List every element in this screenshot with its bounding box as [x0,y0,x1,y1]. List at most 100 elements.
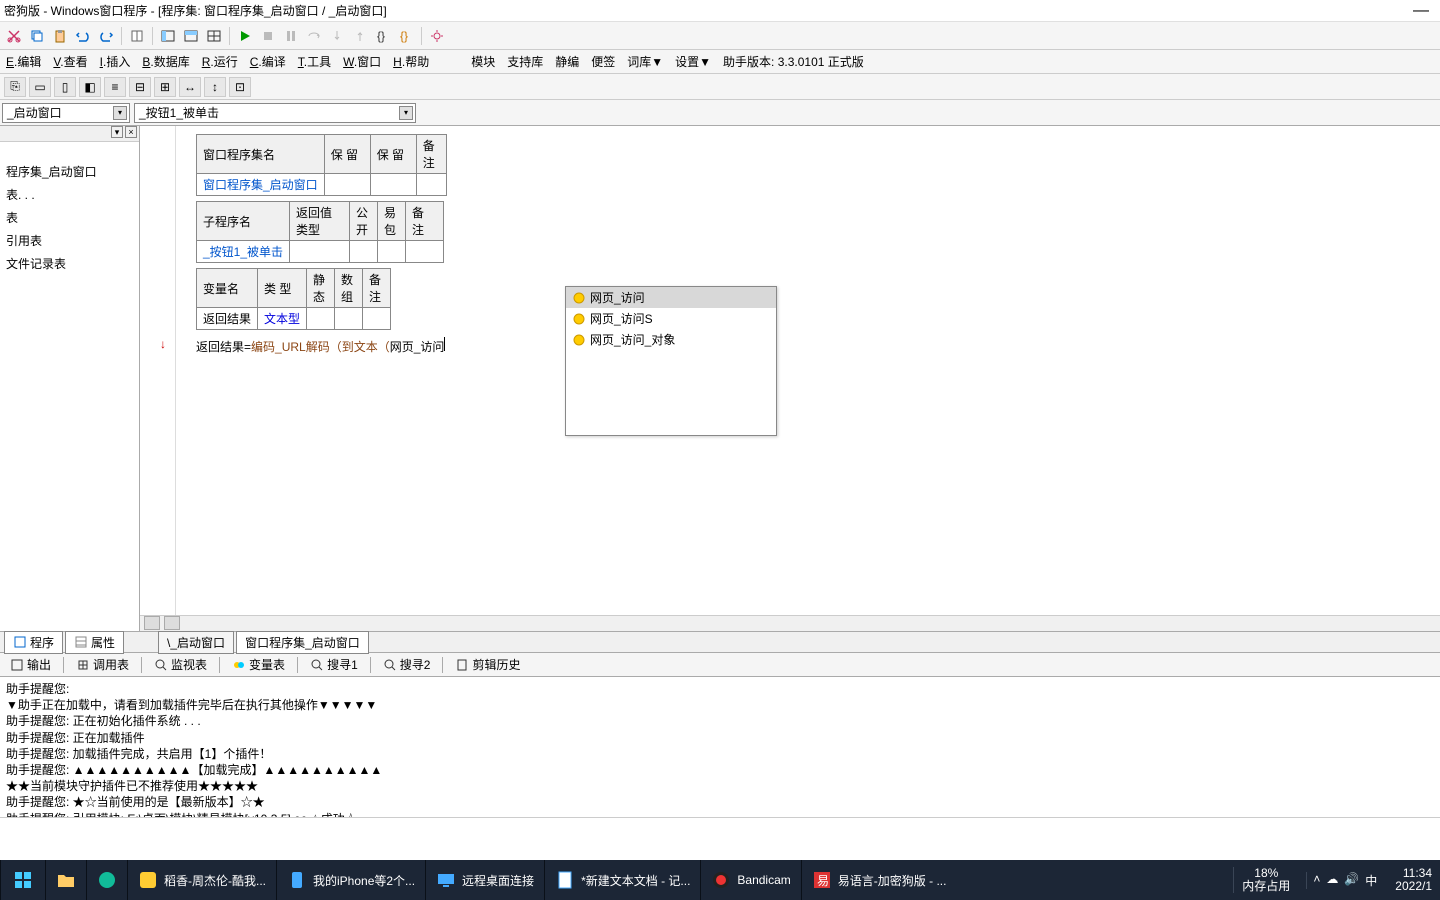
run-icon[interactable] [235,26,255,46]
sidebar-close-icon[interactable]: × [125,126,137,138]
td[interactable]: 返回结果 [197,308,258,330]
status-bar [0,817,1440,841]
editor-tab-active[interactable]: 窗口程序集_启动窗口 [236,631,369,654]
cloud-icon[interactable]: ☁ [1326,872,1338,889]
tab-program[interactable]: 程序 [4,631,63,654]
menu-support[interactable]: 支持库 [507,53,543,70]
code-line[interactable]: ↓ 返回结果=编码_URL解码（到文本（网页_访问 [196,335,1428,357]
tab-search2[interactable]: 搜寻2 [377,654,437,675]
layout3-icon[interactable] [204,26,224,46]
tool-icon[interactable]: ▭ [29,77,51,97]
book-icon[interactable] [127,26,147,46]
tool-icon[interactable]: ↔ [179,77,201,97]
step-into-icon[interactable] [327,26,347,46]
tool-icon[interactable]: ↕ [204,77,226,97]
menu-settings[interactable]: 设置▼ [675,53,711,70]
autocomplete-item[interactable]: 网页_访问S [566,308,776,329]
clock[interactable]: 11:34 2022/1 [1391,867,1436,893]
tab-search1[interactable]: 搜寻1 [304,654,364,675]
tab-properties[interactable]: 属性 [65,631,124,654]
code-editor: 窗口程序集名保 留保 留备 注 窗口程序集_启动窗口 子程序名返回值类型公开易包… [140,126,1440,631]
tab-clip-history[interactable]: 剪辑历史 [449,654,526,675]
menu-compile[interactable]: C.编译 [250,53,286,70]
td[interactable]: 窗口程序集_启动窗口 [197,174,325,196]
menu-wordlib[interactable]: 词库▼ [627,53,663,70]
step-out-icon[interactable] [350,26,370,46]
output-line: 助手提醒您: ▲▲▲▲▲▲▲▲▲▲【加载完成】▲▲▲▲▲▲▲▲▲▲ [6,762,1434,778]
task-explorer[interactable] [45,860,86,900]
minimize-button[interactable]: — [1406,2,1436,20]
tree-item[interactable]: 引用表 [2,229,137,252]
autocomplete-item[interactable]: 网页_访问_对象 [566,329,776,350]
brackets-icon[interactable]: {} [373,26,393,46]
tab-watch[interactable]: 监视表 [148,654,213,675]
menu-database[interactable]: B.数据库 [142,53,189,70]
layout1-icon[interactable] [158,26,178,46]
task-bandicam[interactable]: Bandicam [700,860,800,900]
undo-icon[interactable] [73,26,93,46]
editor-tab[interactable]: \_启动窗口 [158,631,234,654]
td[interactable]: _按钮1_被单击 [197,241,290,263]
layout2-icon[interactable] [181,26,201,46]
menu-insert[interactable]: I.插入 [100,53,131,70]
menu-view[interactable]: V.查看 [53,53,87,70]
settings-icon[interactable] [427,26,447,46]
tab-calls[interactable]: 调用表 [70,654,135,675]
record-icon [711,870,731,890]
scroll-right-icon[interactable] [164,616,180,630]
scroll-left-icon[interactable] [144,616,160,630]
menu-module[interactable]: 模块 [471,53,495,70]
tree-item[interactable]: 文件记录表 [2,252,137,275]
paste-icon[interactable] [50,26,70,46]
td[interactable]: 文本型 [258,308,307,330]
task-eyuyan[interactable]: 易易语言-加密狗版 - ... [801,860,957,900]
task-notepad[interactable]: *新建文本文档 - 记... [544,860,700,900]
task-edge[interactable] [86,860,127,900]
combo-subroutine[interactable]: _按钮1_被单击 ▾ [134,103,416,123]
menu-tools[interactable]: T.工具 [298,53,331,70]
tree-item[interactable]: 表 [2,206,137,229]
pause-icon[interactable] [281,26,301,46]
chevron-down-icon[interactable]: ▾ [399,106,413,120]
cut-icon[interactable] [4,26,24,46]
chevron-down-icon[interactable]: ▾ [113,106,127,120]
tool-icon[interactable]: ⊞ [154,77,176,97]
task-rdp[interactable]: 远程桌面连接 [425,860,544,900]
horizontal-scrollbar[interactable] [140,615,1440,631]
tool-icon[interactable]: ▯ [54,77,76,97]
tray-up-icon[interactable]: ˄ [1313,872,1320,889]
step-over-icon[interactable] [304,26,324,46]
editor-canvas[interactable]: 窗口程序集名保 留保 留备 注 窗口程序集_启动窗口 子程序名返回值类型公开易包… [140,126,1440,615]
tool-icon[interactable]: ≡ [104,77,126,97]
stop-icon[interactable] [258,26,278,46]
tool-icon[interactable]: ⎘ [4,77,26,97]
braces-icon[interactable]: {} [396,26,416,46]
tab-output[interactable]: 输出 [4,654,57,675]
output-panel[interactable]: 助手提醒您: ▼助手正在加载中，请看到加载插件完毕后在执行其他操作▼▼▼▼▼ 助… [0,677,1440,817]
copy-icon[interactable] [27,26,47,46]
tool-icon[interactable]: ⊡ [229,77,251,97]
start-button[interactable] [0,860,45,900]
autocomplete-item[interactable]: 网页_访问 [566,287,776,308]
tool-icon[interactable]: ◧ [79,77,101,97]
ime-indicator[interactable]: 中 [1365,872,1377,889]
task-phone[interactable]: 我的iPhone等2个... [276,860,425,900]
tree-item[interactable]: 程序集_启动窗口 [2,160,137,183]
menu-edit[interactable]: E.编辑 [6,53,41,70]
props-icon [74,635,88,649]
menu-notes[interactable]: 便签 [591,53,615,70]
separator [370,657,371,673]
menu-window[interactable]: W.窗口 [343,53,381,70]
redo-icon[interactable] [96,26,116,46]
menu-run[interactable]: R.运行 [202,53,238,70]
menu-help[interactable]: H.帮助 [393,53,429,70]
volume-icon[interactable]: 🔊 [1344,872,1359,889]
combo-window[interactable]: _启动窗口 ▾ [2,103,130,123]
memory-indicator[interactable]: 18% 内存占用 [1233,867,1298,893]
sidebar-pin-icon[interactable]: ▾ [111,126,123,138]
menu-static[interactable]: 静编 [555,53,579,70]
tree-item[interactable]: 表. . . [2,183,137,206]
task-music[interactable]: 稻香-周杰伦-酷我... [127,860,276,900]
tool-icon[interactable]: ⊟ [129,77,151,97]
tab-vars[interactable]: 变量表 [226,654,291,675]
